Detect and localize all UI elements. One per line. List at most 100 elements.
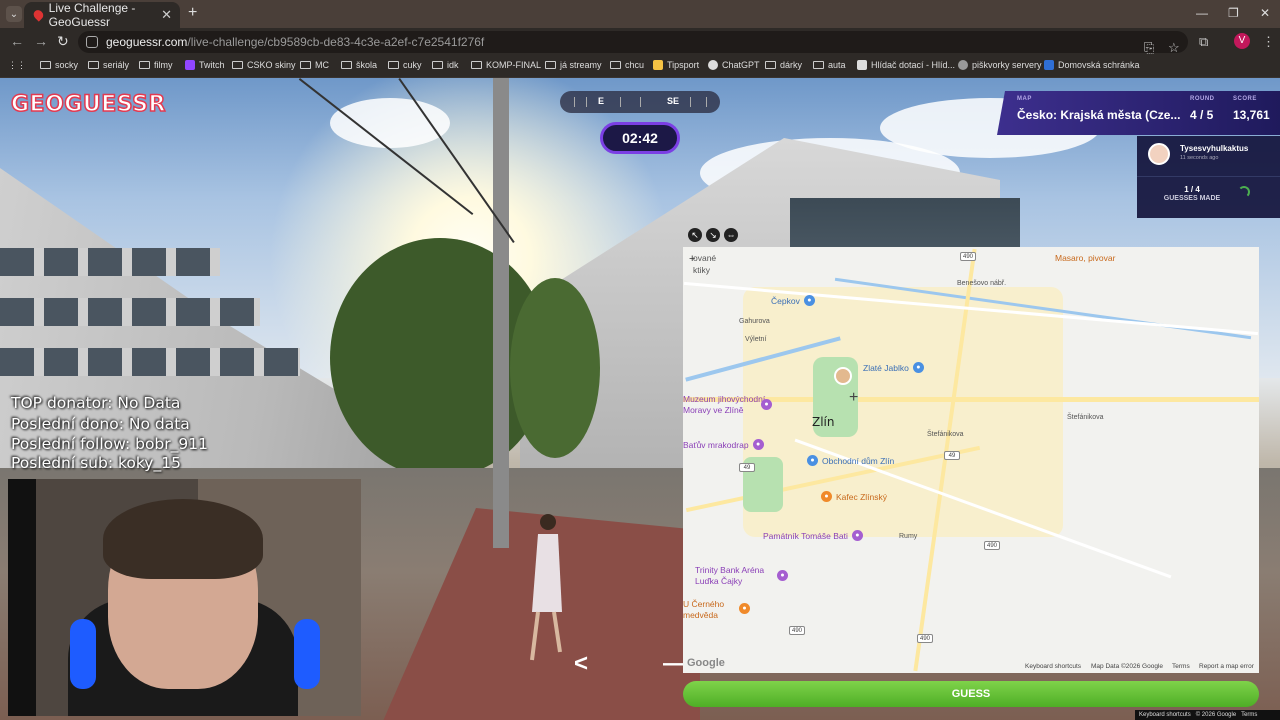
- folder-icon: [139, 61, 150, 69]
- street-label: Rumy: [899, 533, 918, 540]
- bookmark-serialy[interactable]: seriály: [88, 60, 129, 70]
- overlay-top-donator: TOP donator: No Data: [11, 394, 181, 412]
- new-tab-icon[interactable]: +: [188, 4, 197, 22]
- report-map-error-link[interactable]: Report a map error: [1199, 663, 1254, 670]
- bookmark-komp[interactable]: KOMP-FINAL: [471, 60, 541, 70]
- close-window-icon[interactable]: ✕: [1260, 6, 1270, 20]
- map-pin-icon[interactable]: ⇔: [724, 228, 738, 242]
- bookmark-tipsport[interactable]: Tipsport: [653, 60, 699, 70]
- poi-museum[interactable]: Muzeum jihovýchodní Moravy ve Zlíně: [683, 394, 768, 416]
- compass-tick: [574, 97, 575, 107]
- map-keyboard-shortcuts[interactable]: Keyboard shortcuts: [1025, 663, 1081, 670]
- map-label: MAP: [1017, 96, 1032, 102]
- map-enlarge-icon[interactable]: ↖: [688, 228, 702, 242]
- folder-icon: [545, 61, 556, 69]
- bookmark-piskvorky[interactable]: piškvorky servery: [958, 60, 1042, 70]
- tipsport-icon: [653, 60, 663, 70]
- profile-avatar[interactable]: V: [1234, 33, 1250, 49]
- tab-bar: ⌄ Live Challenge - GeoGuessr ✕ + — ❐ ✕: [0, 0, 1280, 29]
- bookmark-filmy[interactable]: filmy: [139, 60, 173, 70]
- minimize-icon[interactable]: —: [1196, 6, 1208, 20]
- bookmark-mc[interactable]: MC: [300, 60, 329, 70]
- poi-pamatnik[interactable]: Památník Tomáše Bati ●: [763, 530, 863, 541]
- poi-trinity-arena[interactable]: Trinity Bank Aréna Luďka Čajky: [695, 565, 785, 587]
- overlay-last-sub: Poslední sub: koky_15: [11, 454, 181, 472]
- city-label: Zlín: [812, 415, 835, 429]
- map-terms-link[interactable]: Terms: [1172, 663, 1190, 670]
- bookmark-label: ChatGPT: [722, 60, 760, 70]
- poi-label: Masaro, pivovar: [1055, 253, 1116, 263]
- bookmark-label: já streamy: [560, 60, 602, 70]
- guess-map[interactable]: + ované ktiky Čepkov ● Zlaté Jablko ● Muze…: [683, 247, 1259, 673]
- bookmark-skola[interactable]: škola: [341, 60, 377, 70]
- street-label: Benešovo nábř.: [957, 280, 1007, 287]
- poi-cepkov[interactable]: Čepkov ●: [771, 295, 815, 306]
- loading-spinner-icon: [1238, 186, 1250, 198]
- poi-label: ktiky: [693, 265, 710, 275]
- map-shrink-icon[interactable]: ↘: [706, 228, 720, 242]
- bookmark-chcu[interactable]: chcu: [610, 60, 644, 70]
- keyboard-shortcuts-link[interactable]: Keyboard shortcuts: [1139, 712, 1191, 718]
- poi-zlate-jablko[interactable]: Zlaté Jablko ●: [863, 362, 924, 373]
- guesses-count: 1 / 4: [1184, 185, 1200, 194]
- tree: [510, 278, 600, 458]
- street-label: Výletní: [745, 336, 767, 343]
- poi-label: ované: [693, 253, 717, 263]
- apps-icon[interactable]: ⋮⋮: [8, 60, 26, 71]
- bookmark-label: dárky: [780, 60, 803, 70]
- geoguessr-favicon-icon: [31, 8, 45, 22]
- poi-batuv-mrakodrap[interactable]: Baťův mrakodrap ●: [683, 439, 764, 450]
- close-tab-icon[interactable]: ✕: [161, 7, 172, 23]
- map-name: Česko: Krajská města (Cze...: [1017, 108, 1181, 122]
- url-input[interactable]: geoguessr.com/live-challenge/cb9589cb-de…: [78, 31, 1188, 55]
- bookmark-auta[interactable]: auta: [813, 60, 846, 70]
- bookmark-csko[interactable]: CSKO skiny: [232, 60, 296, 70]
- bookmark-label: auta: [828, 60, 846, 70]
- bookmark-label: socky: [55, 60, 79, 70]
- guess-button[interactable]: GUESS: [683, 681, 1259, 707]
- webcam-feed: [8, 479, 361, 716]
- museum-pin-icon: ●: [761, 399, 772, 410]
- bookmark-socky[interactable]: socky: [40, 60, 78, 70]
- schranka-icon: [1044, 60, 1054, 70]
- poi-partial: ktiky: [693, 265, 710, 275]
- poi-masaro[interactable]: Masaro, pivovar: [1055, 253, 1115, 263]
- poi-u-cerneho-medveda[interactable]: U Černého medvěda: [683, 599, 738, 621]
- overlay-last-donation: Poslední dono: No data: [11, 415, 190, 433]
- menu-icon[interactable]: ⋮: [1262, 34, 1275, 50]
- round-label: ROUND: [1190, 96, 1215, 102]
- site-info-icon[interactable]: [86, 36, 98, 48]
- bookmark-label: škola: [356, 60, 378, 70]
- bookmark-domovska[interactable]: Domovská schránka: [1044, 60, 1140, 70]
- streamer-hair: [103, 499, 263, 579]
- poi-obchodni-dum[interactable]: ● Obchodní dům Zlín: [807, 455, 894, 466]
- compass-tick: [706, 97, 707, 107]
- tab-search-icon[interactable]: ⌄: [6, 6, 22, 22]
- street-view-panorama[interactable]: < — GEOGUESSR E SE 02:42 MAP Česko: Kraj…: [0, 78, 1280, 720]
- street-label: Štefánikova: [1067, 414, 1104, 421]
- bookmark-ja-streamy[interactable]: já streamy: [545, 60, 602, 70]
- bookmark-label: idk: [447, 60, 459, 70]
- compass-southeast: SE: [667, 96, 680, 106]
- terms-link[interactable]: Terms: [1241, 712, 1257, 718]
- move-arrow-icon[interactable]: <: [574, 650, 588, 678]
- folder-icon: [341, 61, 352, 69]
- poi-kafec[interactable]: ● Kafec Zlínský: [821, 491, 887, 502]
- bookmark-cuky[interactable]: cuky: [388, 60, 422, 70]
- folder-icon: [610, 61, 621, 69]
- bookmark-darky[interactable]: dárky: [765, 60, 802, 70]
- bookmark-idk[interactable]: idk: [432, 60, 459, 70]
- reload-icon[interactable]: ↻: [57, 33, 69, 50]
- bookmark-hlidac[interactable]: Hlídač dotací - Hlíd...: [857, 60, 955, 70]
- bookmark-twitch[interactable]: Twitch: [185, 60, 225, 70]
- extensions-icon[interactable]: ⧉: [1199, 34, 1208, 50]
- back-icon[interactable]: ←: [10, 33, 24, 49]
- geoguessr-logo[interactable]: GEOGUESSR: [10, 91, 166, 118]
- shopping-pin-icon: ●: [807, 455, 818, 466]
- bookmark-chatgpt[interactable]: ChatGPT: [708, 60, 760, 70]
- round-timer: 02:42: [600, 122, 680, 154]
- tab-live-challenge[interactable]: Live Challenge - GeoGuessr ✕: [24, 1, 180, 29]
- folder-icon: [232, 61, 243, 69]
- restore-icon[interactable]: ❐: [1228, 6, 1239, 20]
- forward-icon[interactable]: →: [34, 33, 48, 49]
